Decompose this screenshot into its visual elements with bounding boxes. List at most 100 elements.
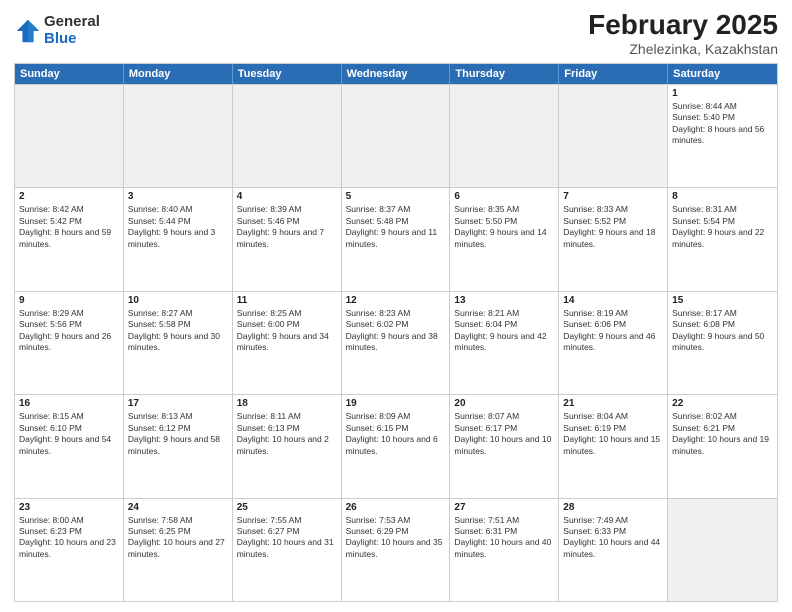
cal-cell-1-1: 3Sunrise: 8:40 AM Sunset: 5:44 PM Daylig… <box>124 188 233 290</box>
day-number: 16 <box>19 398 119 409</box>
day-number: 22 <box>672 398 773 409</box>
cal-cell-4-6 <box>668 499 777 601</box>
day-number: 26 <box>346 502 446 513</box>
cal-cell-1-6: 8 Sunrise: 8:31 AM Sunset: 5:54 PM Daylig… <box>668 188 777 290</box>
calendar: SundayMondayTuesdayWednesdayThursdayFrid… <box>14 63 778 602</box>
header-day-sunday: Sunday <box>15 64 124 84</box>
day-info: Sunrise: 8:07 AM Sunset: 6:17 PM Dayligh… <box>454 411 554 457</box>
day-info: Sunrise: 7:53 AM Sunset: 6:29 PM Dayligh… <box>346 515 446 561</box>
day-number: 4 <box>237 191 337 202</box>
day-info: Sunrise: 8:21 AM Sunset: 6:04 PM Dayligh… <box>454 308 554 354</box>
day-number: 6 <box>454 191 554 202</box>
calendar-body: 1 Sunrise: 8:44 AM Sunset: 5:40 PM Daylig… <box>15 84 777 601</box>
day-number: 23 <box>19 502 119 513</box>
cal-cell-2-4: 13 Sunrise: 8:21 AM Sunset: 6:04 PM Dayli… <box>450 292 559 394</box>
cal-cell-0-3 <box>342 85 451 187</box>
day-info: Sunrise: 8:44 AM Sunset: 5:40 PM Dayligh… <box>672 101 773 147</box>
cal-cell-1-2: 4Sunrise: 8:39 AM Sunset: 5:46 PM Daylig… <box>233 188 342 290</box>
day-info: Sunrise: 8:09 AM Sunset: 6:15 PM Dayligh… <box>346 411 446 457</box>
day-info: Sunrise: 8:37 AM Sunset: 5:48 PM Dayligh… <box>346 204 446 250</box>
logo-blue: Blue <box>44 31 100 48</box>
cal-cell-1-5: 7Sunrise: 8:33 AM Sunset: 5:52 PM Daylig… <box>559 188 668 290</box>
day-info: Sunrise: 7:51 AM Sunset: 6:31 PM Dayligh… <box>454 515 554 561</box>
day-number: 18 <box>237 398 337 409</box>
subtitle: Zhelezinka, Kazakhstan <box>588 41 778 57</box>
day-number: 14 <box>563 295 663 306</box>
cal-cell-0-2 <box>233 85 342 187</box>
day-number: 5 <box>346 191 446 202</box>
cal-cell-4-5: 28 Sunrise: 7:49 AM Sunset: 6:33 PM Dayli… <box>559 499 668 601</box>
day-info: Sunrise: 8:25 AM Sunset: 6:00 PM Dayligh… <box>237 308 337 354</box>
day-number: 20 <box>454 398 554 409</box>
day-info: Sunrise: 8:40 AM Sunset: 5:44 PM Dayligh… <box>128 204 228 250</box>
day-info: Sunrise: 7:49 AM Sunset: 6:33 PM Dayligh… <box>563 515 663 561</box>
day-number: 27 <box>454 502 554 513</box>
cal-cell-3-4: 20 Sunrise: 8:07 AM Sunset: 6:17 PM Dayli… <box>450 395 559 497</box>
cal-cell-3-6: 22 Sunrise: 8:02 AM Sunset: 6:21 PM Dayli… <box>668 395 777 497</box>
day-info: Sunrise: 8:02 AM Sunset: 6:21 PM Dayligh… <box>672 411 773 457</box>
cal-cell-0-6: 1 Sunrise: 8:44 AM Sunset: 5:40 PM Daylig… <box>668 85 777 187</box>
cal-cell-2-1: 10 Sunrise: 8:27 AM Sunset: 5:58 PM Dayli… <box>124 292 233 394</box>
day-info: Sunrise: 8:29 AM Sunset: 5:56 PM Dayligh… <box>19 308 119 354</box>
header-day-thursday: Thursday <box>450 64 559 84</box>
day-number: 17 <box>128 398 228 409</box>
header-day-saturday: Saturday <box>668 64 777 84</box>
week-row-4: 23 Sunrise: 8:00 AM Sunset: 6:23 PM Dayli… <box>15 498 777 601</box>
week-row-3: 16 Sunrise: 8:15 AM Sunset: 6:10 PM Dayli… <box>15 394 777 497</box>
page: General Blue February 2025 Zhelezinka, K… <box>0 0 792 612</box>
day-number: 1 <box>672 88 773 99</box>
day-number: 8 <box>672 191 773 202</box>
cal-cell-4-4: 27 Sunrise: 7:51 AM Sunset: 6:31 PM Dayli… <box>450 499 559 601</box>
cal-cell-2-5: 14 Sunrise: 8:19 AM Sunset: 6:06 PM Dayli… <box>559 292 668 394</box>
title-block: February 2025 Zhelezinka, Kazakhstan <box>588 10 778 57</box>
day-number: 10 <box>128 295 228 306</box>
day-number: 12 <box>346 295 446 306</box>
day-info: Sunrise: 8:15 AM Sunset: 6:10 PM Dayligh… <box>19 411 119 457</box>
cal-cell-0-0 <box>15 85 124 187</box>
day-number: 2 <box>19 191 119 202</box>
logo-icon <box>14 17 42 45</box>
logo-text: General Blue <box>44 14 100 47</box>
week-row-1: 2 Sunrise: 8:42 AM Sunset: 5:42 PM Daylig… <box>15 187 777 290</box>
day-number: 11 <box>237 295 337 306</box>
day-info: Sunrise: 8:00 AM Sunset: 6:23 PM Dayligh… <box>19 515 119 561</box>
day-info: Sunrise: 8:04 AM Sunset: 6:19 PM Dayligh… <box>563 411 663 457</box>
day-number: 24 <box>128 502 228 513</box>
week-row-2: 9Sunrise: 8:29 AM Sunset: 5:56 PM Daylig… <box>15 291 777 394</box>
cal-cell-3-3: 19 Sunrise: 8:09 AM Sunset: 6:15 PM Dayli… <box>342 395 451 497</box>
cal-cell-2-6: 15 Sunrise: 8:17 AM Sunset: 6:08 PM Dayli… <box>668 292 777 394</box>
cal-cell-3-5: 21Sunrise: 8:04 AM Sunset: 6:19 PM Dayli… <box>559 395 668 497</box>
day-info: Sunrise: 8:19 AM Sunset: 6:06 PM Dayligh… <box>563 308 663 354</box>
main-title: February 2025 <box>588 10 778 41</box>
day-info: Sunrise: 8:27 AM Sunset: 5:58 PM Dayligh… <box>128 308 228 354</box>
header-day-monday: Monday <box>124 64 233 84</box>
day-info: Sunrise: 8:13 AM Sunset: 6:12 PM Dayligh… <box>128 411 228 457</box>
day-info: Sunrise: 7:55 AM Sunset: 6:27 PM Dayligh… <box>237 515 337 561</box>
cal-cell-3-0: 16 Sunrise: 8:15 AM Sunset: 6:10 PM Dayli… <box>15 395 124 497</box>
logo-general: General <box>44 14 100 31</box>
logo: General Blue <box>14 14 100 47</box>
day-number: 7 <box>563 191 663 202</box>
cal-cell-4-2: 25Sunrise: 7:55 AM Sunset: 6:27 PM Dayli… <box>233 499 342 601</box>
day-number: 19 <box>346 398 446 409</box>
cal-cell-1-4: 6 Sunrise: 8:35 AM Sunset: 5:50 PM Daylig… <box>450 188 559 290</box>
header-day-wednesday: Wednesday <box>342 64 451 84</box>
day-info: Sunrise: 8:42 AM Sunset: 5:42 PM Dayligh… <box>19 204 119 250</box>
week-row-0: 1 Sunrise: 8:44 AM Sunset: 5:40 PM Daylig… <box>15 84 777 187</box>
cal-cell-0-5 <box>559 85 668 187</box>
day-number: 15 <box>672 295 773 306</box>
day-info: Sunrise: 8:17 AM Sunset: 6:08 PM Dayligh… <box>672 308 773 354</box>
day-info: Sunrise: 8:35 AM Sunset: 5:50 PM Dayligh… <box>454 204 554 250</box>
cal-cell-0-1 <box>124 85 233 187</box>
cal-cell-4-0: 23 Sunrise: 8:00 AM Sunset: 6:23 PM Dayli… <box>15 499 124 601</box>
cal-cell-2-2: 11 Sunrise: 8:25 AM Sunset: 6:00 PM Dayli… <box>233 292 342 394</box>
day-info: Sunrise: 8:31 AM Sunset: 5:54 PM Dayligh… <box>672 204 773 250</box>
cal-cell-2-0: 9Sunrise: 8:29 AM Sunset: 5:56 PM Daylig… <box>15 292 124 394</box>
day-number: 13 <box>454 295 554 306</box>
header-day-tuesday: Tuesday <box>233 64 342 84</box>
cal-cell-4-1: 24Sunrise: 7:58 AM Sunset: 6:25 PM Dayli… <box>124 499 233 601</box>
header-day-friday: Friday <box>559 64 668 84</box>
cal-cell-2-3: 12 Sunrise: 8:23 AM Sunset: 6:02 PM Dayli… <box>342 292 451 394</box>
day-number: 28 <box>563 502 663 513</box>
day-info: Sunrise: 8:23 AM Sunset: 6:02 PM Dayligh… <box>346 308 446 354</box>
